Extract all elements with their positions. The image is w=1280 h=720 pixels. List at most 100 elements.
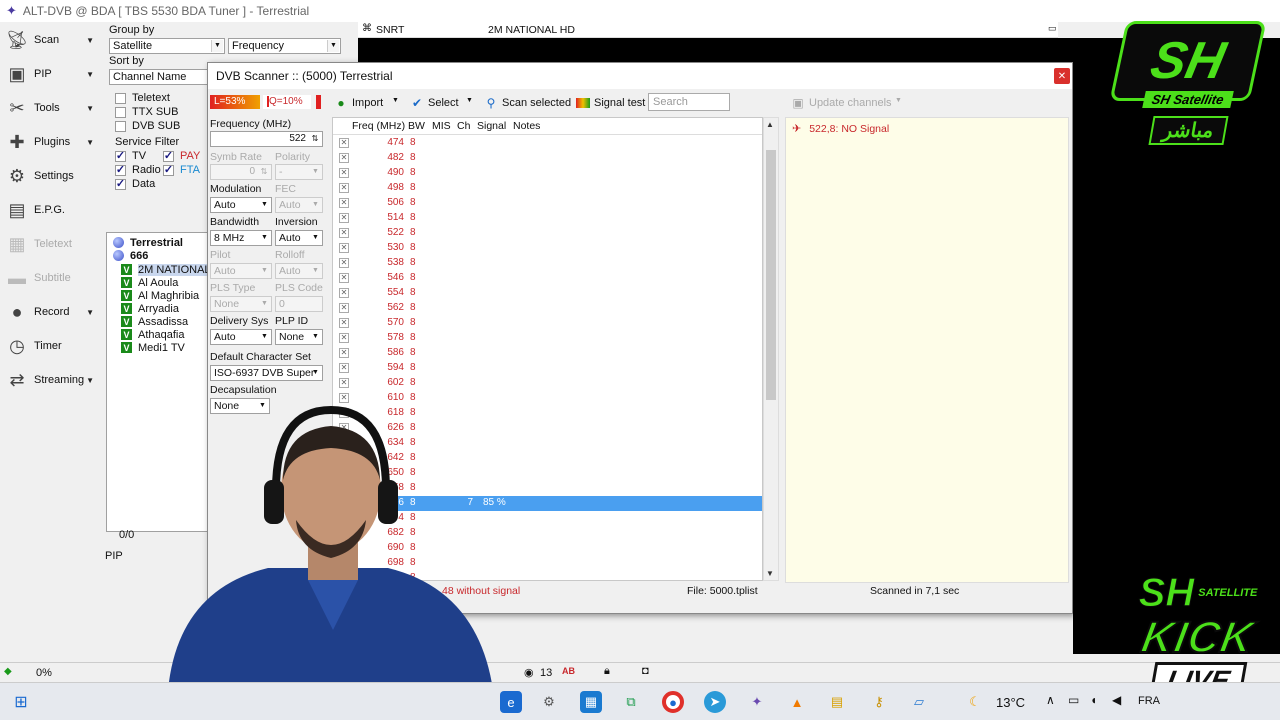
update-channels-button[interactable]: ▣ Update channels (791, 93, 891, 113)
table-row[interactable]: ✕ 506 8 (333, 196, 762, 211)
plp-id-combo[interactable]: None ▼ (275, 329, 323, 345)
row-unchecked-icon[interactable]: ✕ (339, 213, 349, 223)
windows-start-icon[interactable]: ⊞ (10, 691, 32, 713)
tree-channel-item[interactable]: V Athaqafia (121, 328, 184, 341)
select-button[interactable]: ✔ Select (410, 93, 459, 113)
symb-rate-spinner[interactable]: 0 ⇅ (210, 164, 272, 180)
checkbox-checked[interactable]: ✓ (163, 150, 174, 162)
modulation-combo[interactable]: Auto ▼ (210, 197, 272, 213)
row-unchecked-icon[interactable]: ✕ (339, 333, 349, 343)
spinner-arrows-icon[interactable]: ⇅ (309, 133, 321, 145)
menu-item-tools[interactable]: ✂ Tools ▼ (4, 93, 100, 123)
sort-by-combo[interactable]: Channel Name (109, 69, 209, 85)
spinner-arrows-icon[interactable]: ⇅ (258, 166, 270, 178)
menu-item-teletext[interactable]: ▦ Teletext (4, 229, 100, 259)
tree-root-terrestrial[interactable]: Terrestrial (113, 236, 183, 249)
tree-channel-item[interactable]: V Medi1 TV (121, 341, 185, 354)
taskbar-app-network-icon[interactable]: ⧉ (620, 691, 642, 713)
table-row[interactable]: ✕ 586 8 (333, 346, 762, 361)
tree-frequency-node[interactable]: 666 (113, 249, 148, 262)
filter-teletext[interactable]: Teletext (115, 92, 170, 104)
taskbar-app-telegram-icon[interactable]: ➤ (704, 691, 726, 713)
service-filter-data[interactable]: ✓ Data (115, 178, 155, 190)
row-unchecked-icon[interactable]: ✕ (339, 228, 349, 238)
scrollbar-thumb[interactable] (766, 150, 776, 400)
column-header-mis[interactable]: MIS (432, 120, 451, 132)
bandwidth-combo[interactable]: 8 MHz ▼ (210, 230, 272, 246)
rolloff-combo[interactable]: Auto ▼ (275, 263, 323, 279)
row-unchecked-icon[interactable]: ✕ (339, 183, 349, 193)
close-button[interactable]: ✕ (1054, 68, 1070, 84)
table-row[interactable]: ✕ 562 8 (333, 301, 762, 316)
row-unchecked-icon[interactable]: ✕ (339, 168, 349, 178)
grid-scrollbar[interactable]: ▲ ▼ (763, 117, 779, 581)
menu-item-plugins[interactable]: ✚ Plugins ▼ (4, 127, 100, 157)
tray-volume-icon[interactable]: ◀ (1112, 693, 1121, 707)
column-header-freq[interactable]: Freq (MHz) (352, 120, 405, 132)
row-unchecked-icon[interactable]: ✕ (339, 318, 349, 328)
table-row[interactable]: ✕ 530 8 (333, 241, 762, 256)
row-unchecked-icon[interactable]: ✕ (339, 153, 349, 163)
taskbar-app-altdvb-icon[interactable]: ✦ (746, 691, 768, 713)
select-dropdown-icon[interactable]: ▼ (466, 97, 473, 104)
window-icon[interactable]: ▭ (1048, 23, 1057, 34)
search-input[interactable]: Search (648, 93, 730, 111)
weather-temperature[interactable]: 13°C (996, 695, 1025, 710)
table-row[interactable]: ✕ 546 8 (333, 271, 762, 286)
taskbar-app-files-icon[interactable]: ▱ (908, 691, 930, 713)
checkbox-checked[interactable]: ✓ (163, 164, 174, 176)
taskbar-app-settings-icon[interactable]: ⚙ (538, 691, 560, 713)
group-by-secondary-combo[interactable]: Frequency ▼ (228, 38, 341, 54)
checkbox-checked[interactable]: ✓ (115, 150, 126, 162)
service-filter-pay[interactable]: ✓ PAY (163, 150, 200, 162)
fec-combo[interactable]: Auto ▼ (275, 197, 323, 213)
row-unchecked-icon[interactable]: ✕ (339, 198, 349, 208)
pls-type-combo[interactable]: None ▼ (210, 296, 272, 312)
import-dropdown-icon[interactable]: ▼ (392, 97, 399, 104)
row-unchecked-icon[interactable]: ✕ (339, 348, 349, 358)
tray-network-icon[interactable]: ▭ (1068, 693, 1079, 707)
row-unchecked-icon[interactable]: ✕ (339, 273, 349, 283)
menu-item-pip[interactable]: ▣ PIP ▼ (4, 59, 100, 89)
row-unchecked-icon[interactable]: ✕ (339, 138, 349, 148)
polarity-combo[interactable]: - ▼ (275, 164, 323, 180)
table-row[interactable]: ✕ 538 8 (333, 256, 762, 271)
row-unchecked-icon[interactable]: ✕ (339, 303, 349, 313)
row-unchecked-icon[interactable]: ✕ (339, 243, 349, 253)
row-unchecked-icon[interactable]: ✕ (339, 288, 349, 298)
tree-channel-item[interactable]: V Arryadia (121, 302, 179, 315)
table-row[interactable]: ✕ 602 8 (333, 376, 762, 391)
tree-channel-item[interactable]: V Al Aoula (121, 276, 178, 289)
import-button[interactable]: ● Import (334, 93, 383, 113)
checkbox[interactable] (115, 120, 126, 132)
service-filter-fta[interactable]: ✓ FTA (163, 164, 200, 176)
taskbar-app-key-icon[interactable]: ⚷ (868, 691, 890, 713)
menu-item-epg[interactable]: ▤ E.P.G. (4, 195, 100, 225)
row-unchecked-icon[interactable]: ✕ (339, 363, 349, 373)
charset-combo[interactable]: ISO-6937 DVB Super ▼ (210, 365, 323, 381)
pls-code-field[interactable]: 0 (275, 296, 323, 312)
tray-chevron-up-icon[interactable]: ∧ (1046, 693, 1055, 707)
table-row[interactable]: ✕ 594 8 (333, 361, 762, 376)
signal-test-button[interactable]: Signal test (576, 93, 645, 113)
table-row[interactable]: ✕ 554 8 (333, 286, 762, 301)
taskbar-app-calculator-icon[interactable]: ▦ (580, 691, 602, 713)
tree-channel-item[interactable]: V Assadissa (121, 315, 188, 328)
menu-item-streaming[interactable]: ⇄ Streaming ▼ (4, 365, 100, 395)
scan-selected-button[interactable]: ⚲ Scan selected (484, 93, 572, 113)
menu-item-record[interactable]: ● Record ▼ (4, 297, 100, 327)
service-filter-radio[interactable]: ✓ Radio (115, 164, 161, 176)
column-header-bw[interactable]: BW (408, 120, 425, 132)
frequency-spinner[interactable]: 522 ⇅ (210, 131, 323, 147)
row-unchecked-icon[interactable]: ✕ (339, 378, 349, 388)
menu-item-subtitle[interactable]: ▬ Subtitle (4, 263, 100, 293)
menu-item-timer[interactable]: ◷ Timer (4, 331, 100, 361)
table-row[interactable]: ✕ 490 8 (333, 166, 762, 181)
taskbar-app-chrome-icon[interactable]: ● (662, 691, 684, 713)
taskbar-app-notes-icon[interactable]: ▤ (826, 691, 848, 713)
tray-mic-icon[interactable]: ◖ (1090, 693, 1097, 707)
ab-icon[interactable]: AB (562, 666, 575, 676)
column-header-ch[interactable]: Ch (457, 120, 470, 132)
checkbox[interactable] (115, 92, 126, 104)
menu-item-settings[interactable]: ⚙ Settings (4, 161, 100, 191)
